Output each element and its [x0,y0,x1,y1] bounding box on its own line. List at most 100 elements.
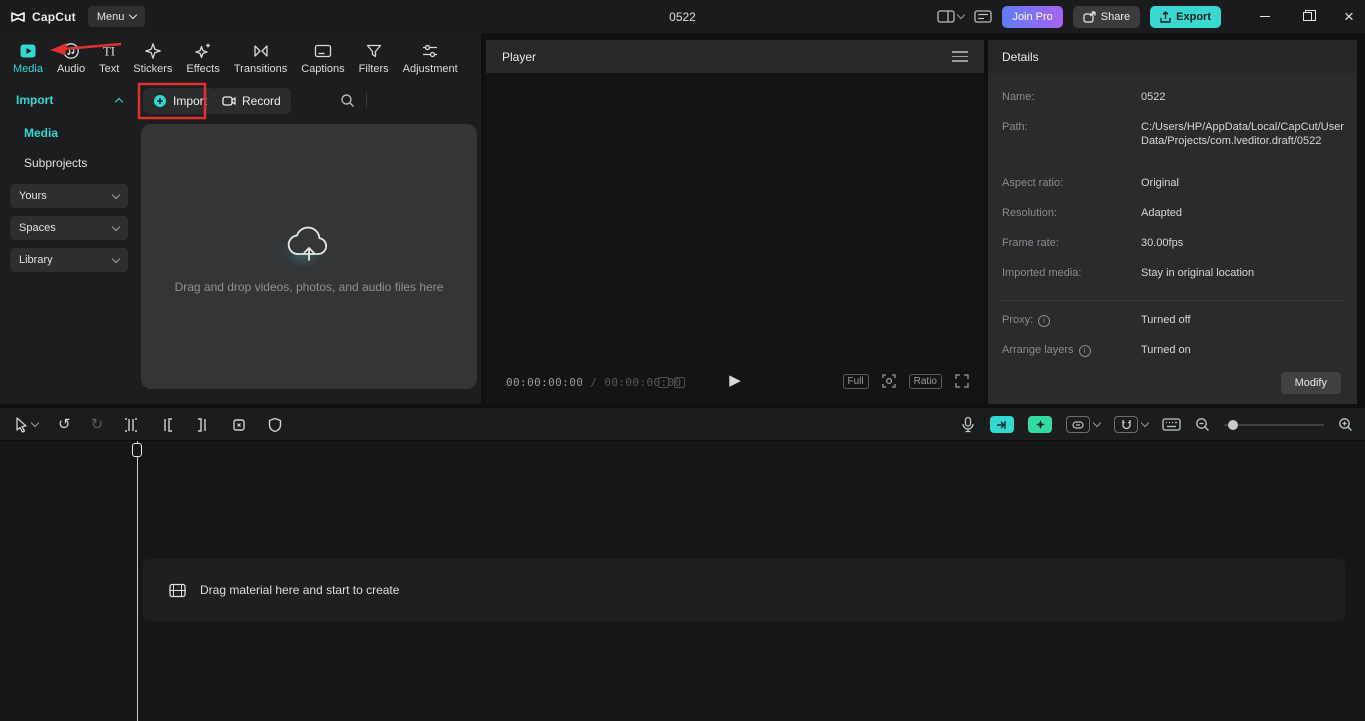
sparkle-icon [1035,420,1045,429]
layout-switch-button[interactable] [937,10,966,23]
panel-icon [974,10,993,23]
share-button[interactable]: Share [1072,5,1141,28]
tab-filters[interactable]: Filters [352,41,396,75]
player-controls: 00:00:00:00 / 00:00:00:00 ▶ Full Ratio [486,370,984,396]
timeline-body[interactable]: Drag material here and start to create [0,441,1365,721]
media-dropzone[interactable]: Drag and drop videos, photos, and audio … [141,124,477,389]
detail-label: Path: [1002,121,1028,133]
detail-value: Stay in original location [1141,267,1255,279]
join-pro-button[interactable]: Join Pro [1002,5,1063,28]
search-icon [341,94,354,107]
tab-label: Stickers [133,63,173,75]
detail-value: 30.00fps [1141,237,1184,249]
record-button[interactable]: Record [212,88,291,114]
detail-value: 0522 [1141,91,1166,103]
app-name: CapCut [32,9,76,24]
chevron-up-icon [114,97,124,106]
undo-button[interactable]: ↺ [58,417,71,432]
zoom-out-icon[interactable] [1195,417,1210,432]
split-button[interactable] [123,417,139,433]
tab-media[interactable]: Media [6,41,50,75]
share-icon [1083,10,1096,23]
detail-label: Name: [1002,91,1035,103]
timeline-empty-track[interactable]: Drag material here and start to create [143,559,1345,621]
tab-transitions[interactable]: Transitions [227,41,294,75]
sidebar-dropdown-spaces[interactable]: Spaces [10,216,128,240]
magnet-dropdown[interactable] [1114,416,1150,433]
detail-value: Original [1141,177,1179,189]
chevron-down-icon [111,254,121,263]
export-label: Export [1176,10,1211,23]
fullscreen-icon[interactable] [954,373,970,389]
info-icon[interactable] [1038,314,1051,327]
dropzone-hint: Drag and drop videos, photos, and audio … [174,279,444,294]
panel-layout-button[interactable] [974,10,993,23]
media-sidebar: Import Media Subprojects Yours Spaces Li… [8,88,130,272]
player-menu-icon[interactable] [952,51,968,62]
detail-row-frame-rate: Frame rate: 30.00fps [1002,236,1345,266]
sidebar-item-media[interactable]: Media [8,120,130,146]
mask-shield-button[interactable] [267,417,283,433]
adjustment-tab-icon [423,44,438,58]
import-label: Import [173,94,208,108]
snap-toggle-button[interactable] [990,416,1014,433]
delete-left-button[interactable] [159,417,175,433]
detail-value: C:/Users/HP/AppData/Local/CapCut/User Da… [1141,121,1344,147]
auto-select-toggle-button[interactable] [1028,416,1052,433]
info-icon[interactable] [1078,344,1091,357]
playhead-line[interactable] [137,441,138,721]
delete-right-button[interactable] [195,417,211,433]
delete-button[interactable] [231,417,247,433]
close-icon: × [1344,7,1354,26]
focus-icon[interactable] [881,373,897,389]
detail-label: Frame rate: [1002,237,1059,249]
link-icon [1066,416,1090,433]
tab-effects[interactable]: Effects [179,41,226,75]
detail-row-aspect-ratio: Aspect ratio: Original [1002,176,1345,206]
minimize-button[interactable] [1249,0,1281,33]
detail-label: Aspect ratio: [1002,177,1064,189]
sidebar-dropdown-library[interactable]: Library [10,248,128,272]
export-button[interactable]: Export [1150,5,1221,28]
shortcuts-keyboard-button[interactable] [1162,418,1181,431]
import-button[interactable]: Import [143,88,218,114]
detail-value: Turned off [1141,314,1191,326]
sidebar-item-subprojects[interactable]: Subprojects [8,150,130,176]
slider-knob[interactable] [1228,419,1238,430]
voiceover-mic-button[interactable] [960,416,976,433]
sidebar-section-import[interactable]: Import [8,88,130,112]
tab-audio[interactable]: Audio [50,41,92,75]
timecode-options[interactable] [658,377,685,388]
dropdown-label: Yours [19,190,47,202]
restore-button[interactable] [1291,0,1323,33]
zoom-in-icon[interactable] [1338,417,1353,432]
tab-text[interactable]: TI Text [92,41,126,76]
audio-tab-icon [63,43,79,59]
detail-row-path: Path: C:/Users/HP/AppData/Local/CapCut/U… [1002,120,1345,176]
linked-clips-dropdown[interactable] [1066,416,1102,433]
plus-circle-icon [154,95,166,107]
details-header: Details [988,40,1357,73]
toolbar-divider [366,92,367,108]
play-button[interactable]: ▶ [729,371,741,389]
share-label: Share [1100,10,1131,23]
redo-button[interactable]: ↻ [91,417,104,432]
tab-adjustment[interactable]: Adjustment [396,41,465,75]
ratio-toggle[interactable]: Ratio [908,373,942,389]
detail-label: Proxy: [1002,314,1034,326]
full-toggle[interactable]: Full [842,373,869,389]
modify-button[interactable]: Modify [1280,372,1341,394]
select-tool-button[interactable] [14,416,40,433]
sidebar-item-label: Media [24,126,59,140]
tab-label: Text [99,63,120,75]
chevron-down-icon [1140,418,1150,428]
export-icon [1160,10,1171,23]
timeline-zoom-slider[interactable] [1224,419,1324,430]
tab-captions[interactable]: Captions [294,41,351,75]
tab-stickers[interactable]: Stickers [126,41,179,75]
search-button[interactable] [340,93,355,108]
sidebar-dropdown-yours[interactable]: Yours [10,184,128,208]
menu-button[interactable]: Menu [87,6,146,27]
close-button[interactable]: × [1333,0,1365,33]
playhead-handle[interactable] [132,443,142,457]
